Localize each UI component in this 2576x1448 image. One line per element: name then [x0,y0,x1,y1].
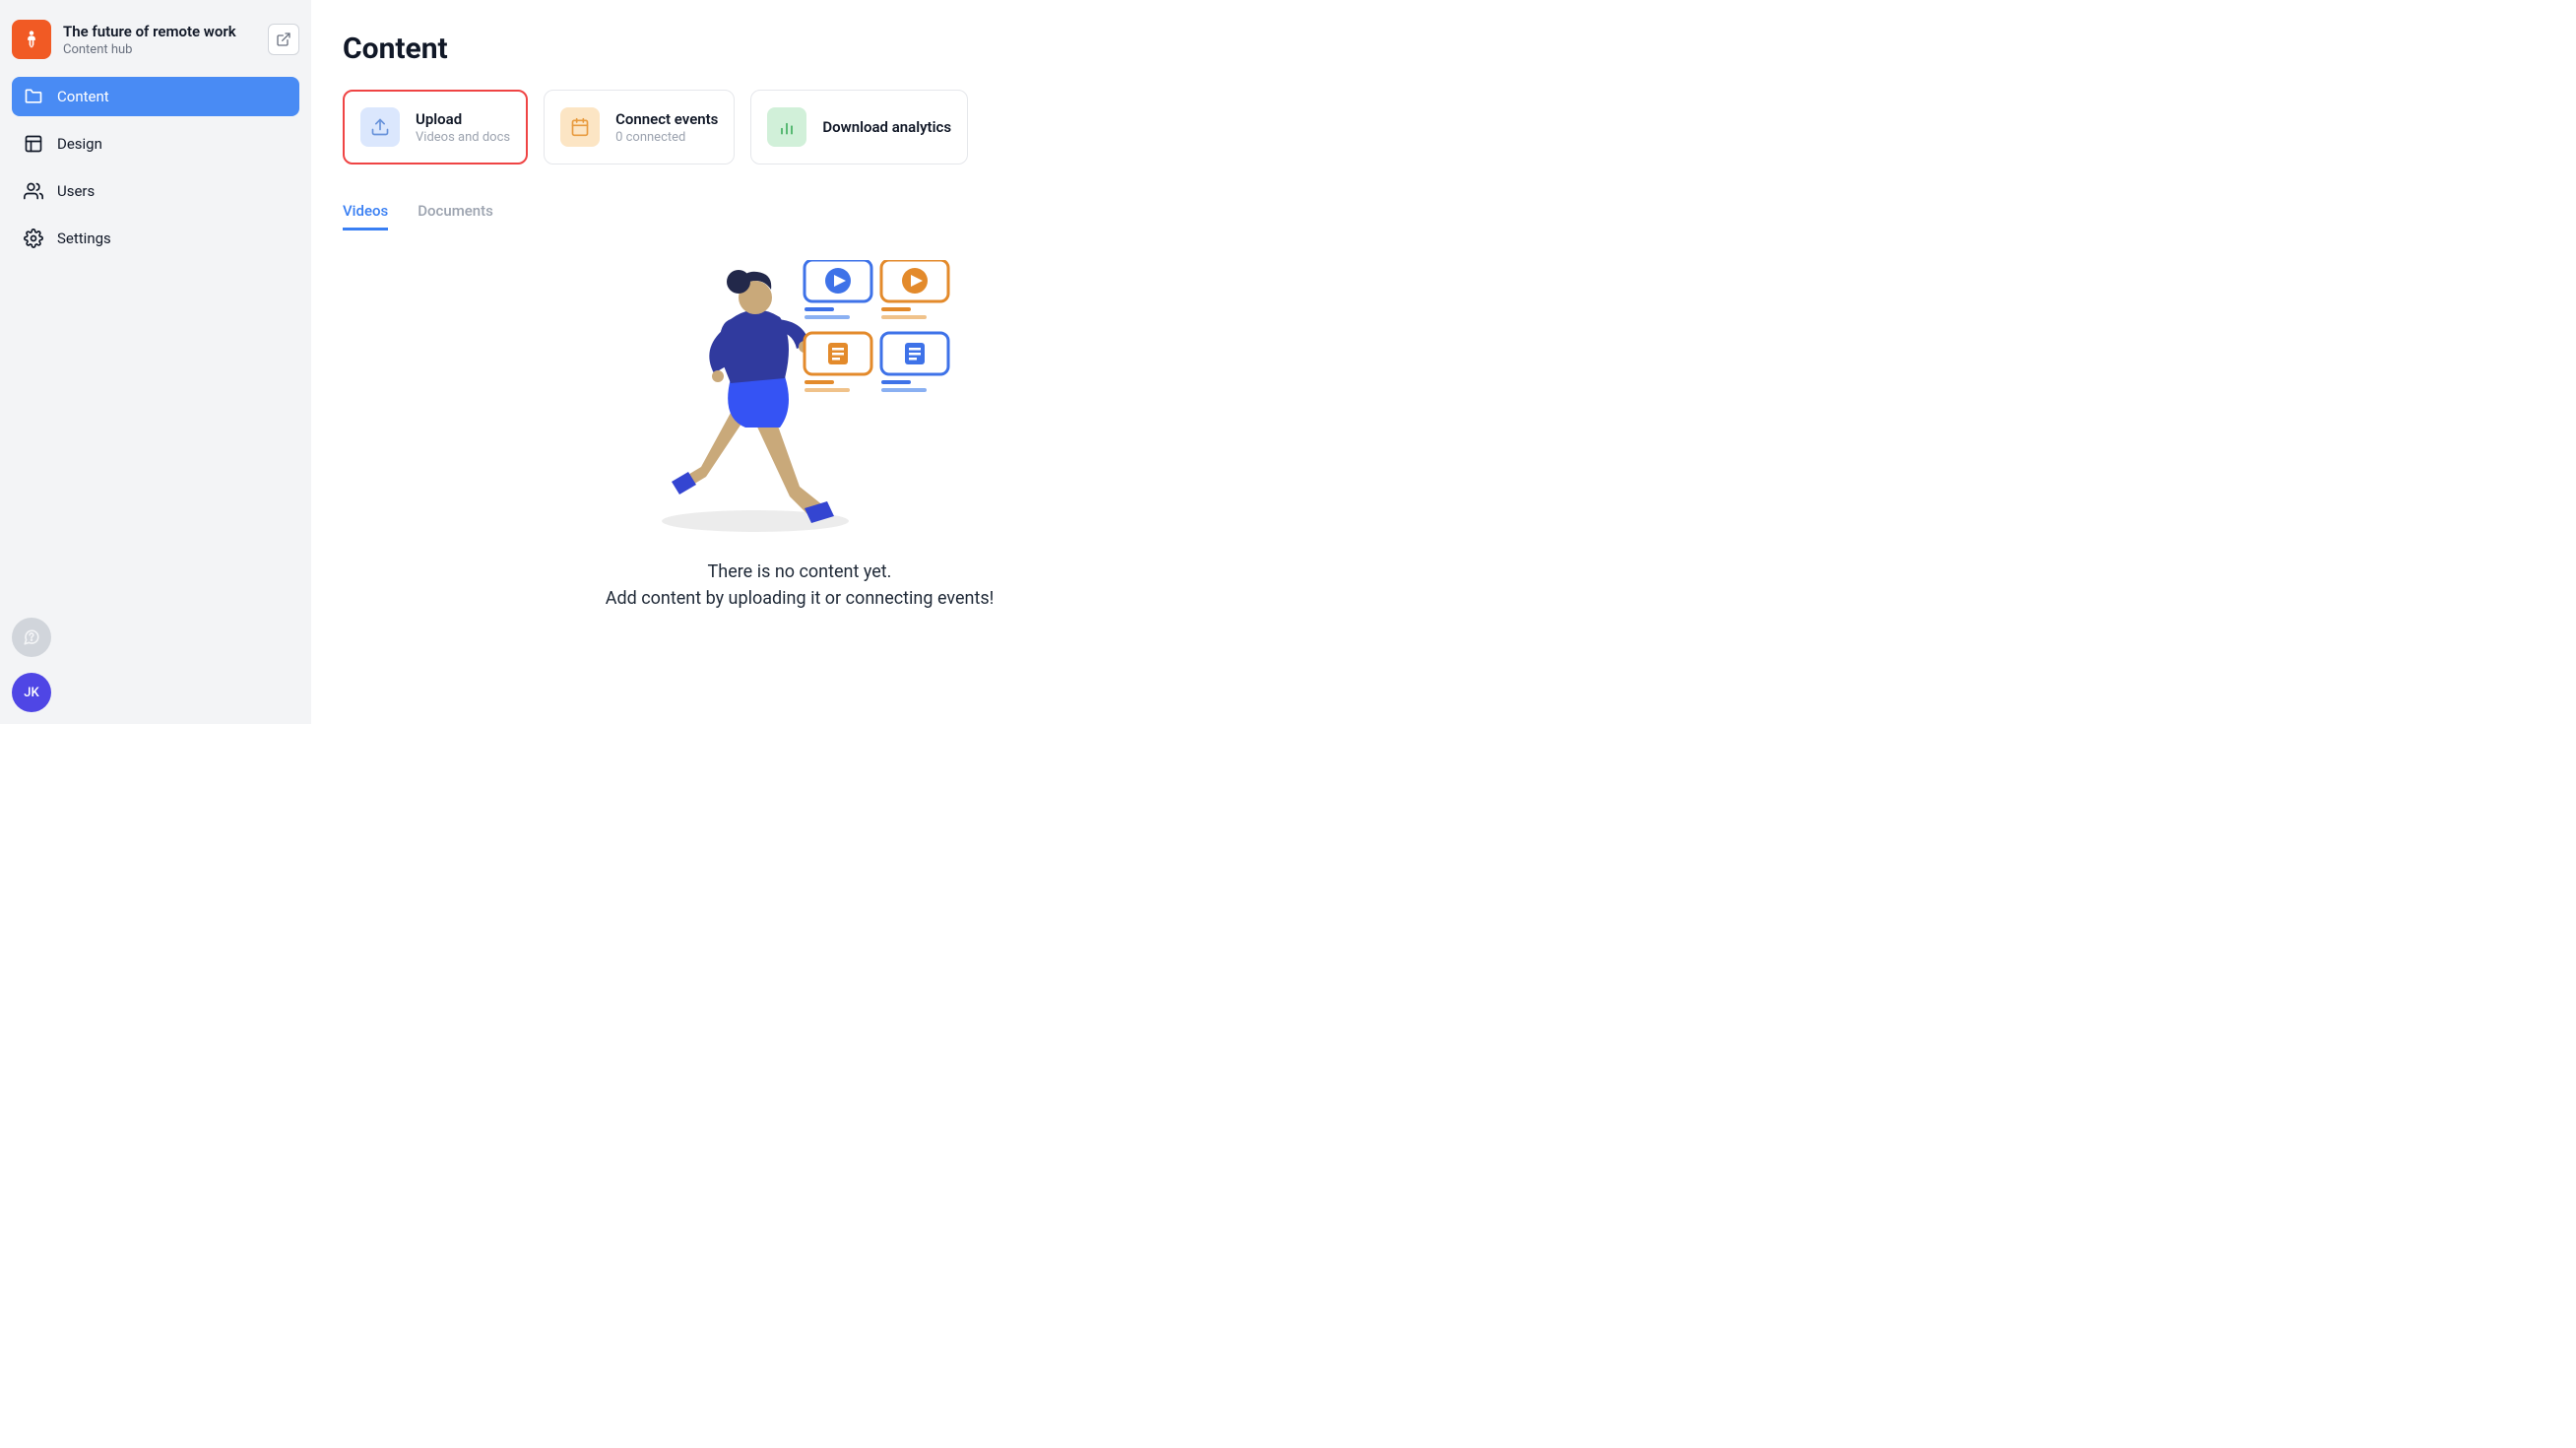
empty-message-line2: Add content by uploading it or connectin… [606,588,995,609]
tab-documents[interactable]: Documents [418,194,493,230]
gear-icon [24,229,43,248]
card-title: Upload [416,110,510,128]
card-download-analytics[interactable]: Download analytics [750,90,968,165]
bar-chart-icon [767,107,806,147]
folder-icon [24,87,43,106]
sidebar-item-label: Users [57,182,95,200]
content-tabs: Videos Documents [343,194,1256,230]
card-subtitle: 0 connected [615,130,718,145]
hub-title: The future of remote work [63,23,256,40]
sidebar-header: The future of remote work Content hub [12,12,299,77]
calendar-icon [560,107,600,147]
users-icon [24,181,43,201]
card-title: Connect events [615,110,718,128]
sidebar-item-design[interactable]: Design [12,124,299,164]
upload-icon [360,107,400,147]
layout-icon [24,134,43,154]
card-connect-events[interactable]: Connect events 0 connected [544,90,735,165]
empty-state: There is no content yet. Add content by … [343,260,1256,609]
sidebar-item-label: Settings [57,230,111,247]
sidebar-item-users[interactable]: Users [12,171,299,211]
main-content: Content Upload Videos and docs Connect e… [311,0,1288,724]
empty-message-line1: There is no content yet. [708,561,892,582]
sidebar: The future of remote work Content hub Co… [0,0,311,724]
sidebar-item-content[interactable]: Content [12,77,299,116]
sidebar-nav: Content Design Users Settings [12,77,299,258]
brand-icon [12,20,51,59]
sidebar-item-label: Design [57,135,102,153]
tab-videos[interactable]: Videos [343,194,388,230]
card-title: Download analytics [822,118,951,136]
help-icon [23,628,40,646]
hub-subtitle: Content hub [63,42,256,57]
external-link-icon [276,32,291,47]
sidebar-item-settings[interactable]: Settings [12,219,299,258]
empty-illustration [647,260,952,536]
page-title: Content [343,32,1256,66]
card-upload[interactable]: Upload Videos and docs [343,90,528,165]
avatar[interactable]: JK [12,673,51,712]
open-external-button[interactable] [268,24,299,55]
avatar-initials: JK [24,686,38,700]
sidebar-item-label: Content [57,88,109,105]
help-button[interactable] [12,618,51,657]
card-subtitle: Videos and docs [416,130,510,145]
